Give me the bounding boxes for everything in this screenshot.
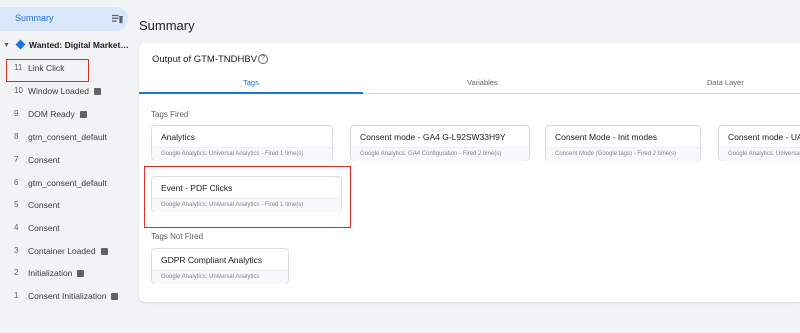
event-name: Initialization (28, 268, 73, 278)
sidebar-event-item[interactable]: 9 DOM Ready (0, 107, 131, 123)
sidebar-event-item[interactable]: 4 Consent (0, 221, 131, 237)
tag-card[interactable]: Consent Mode - Init modes Consent Mode (… (545, 125, 701, 161)
event-name: Window Loaded (28, 86, 89, 96)
active-tab-indicator (139, 92, 363, 94)
event-number: 6 (14, 178, 19, 187)
event-number: 2 (14, 268, 19, 277)
tab-tags[interactable]: Tags (243, 78, 259, 87)
sidebar-event-item[interactable]: 10 Window Loaded (0, 84, 131, 100)
event-name: gtm_consent_default (28, 132, 107, 142)
event-badge-icon (111, 293, 118, 300)
event-badge-icon (77, 270, 84, 277)
tag-subtitle: Consent Mode (Google tags) - Fired 2 tim… (546, 147, 700, 161)
sidebar-item-label: Summary (15, 13, 54, 23)
highlight-box-pdf-clicks (144, 166, 351, 228)
sidebar-event-item[interactable]: 2 Initialization (0, 266, 131, 282)
sidebar-event-item[interactable]: 3 Container Loaded (0, 244, 131, 260)
clear-list-icon[interactable] (112, 14, 123, 25)
event-number: 7 (14, 155, 19, 164)
event-number: 5 (14, 200, 19, 209)
sidebar-event-item[interactable]: 6 gtm_consent_default (0, 176, 131, 192)
gtm-diamond-icon (15, 39, 26, 50)
tab-variables[interactable]: Variables (467, 78, 498, 87)
tab-data-layer[interactable]: Data Layer (707, 78, 744, 87)
tags-not-fired-heading: Tags Not Fired (151, 232, 204, 241)
event-number: 9 (14, 109, 19, 118)
event-number: 8 (14, 132, 19, 141)
event-number: 10 (14, 86, 23, 95)
event-name: Container Loaded (28, 246, 96, 256)
tag-name: Consent mode - GA4 G-L92SW33H9Y (360, 132, 506, 142)
caret-down-icon[interactable]: ▼ (3, 42, 10, 49)
tag-subtitle: Google Analytics: Universal Analytics (152, 270, 288, 284)
tag-subtitle: Google Analytics: Universal Analytics - … (152, 147, 332, 161)
event-badge-icon (80, 111, 87, 118)
tag-subtitle: Google Analytics: GA4 Configuration - Fi… (351, 147, 529, 161)
sidebar-event-item[interactable]: 5 Consent (0, 198, 131, 214)
event-badge-icon (101, 248, 108, 255)
output-title: Output of GTM-TNDHBV (152, 54, 258, 65)
sidebar-container-row[interactable]: ▼ Wanted: Digital Marketi... (0, 38, 131, 54)
event-name: Consent Initialization (28, 291, 107, 301)
event-badge-icon (94, 88, 101, 95)
tag-card[interactable]: Analytics Google Analytics: Universal An… (151, 125, 333, 161)
tag-name: Consent Mode - Init modes (555, 132, 658, 142)
tag-subtitle: Google Analytics: Universal Analytics - … (719, 147, 800, 161)
event-name: DOM Ready (28, 109, 75, 119)
container-label: Wanted: Digital Marketi... (29, 40, 129, 50)
event-name: gtm_consent_default (28, 178, 107, 188)
event-number: 1 (14, 291, 19, 300)
event-number: 4 (14, 223, 19, 232)
event-number: 3 (14, 246, 19, 255)
sidebar: Summary ▼ Wanted: Digital Marketi... 11 L… (0, 0, 131, 333)
sidebar-event-item[interactable]: 8 gtm_consent_default (0, 130, 131, 146)
event-name: Consent (28, 223, 60, 233)
tag-name: Consent mode - UA (728, 132, 800, 142)
tag-name: Analytics (161, 132, 196, 142)
event-name: Consent (28, 200, 60, 210)
tag-name: GDPR Compliant Analytics (161, 255, 263, 265)
sidebar-event-item[interactable]: 7 Consent (0, 153, 131, 169)
tag-card[interactable]: Consent mode - UA Google Analytics: Univ… (718, 125, 800, 161)
help-icon[interactable]: ? (258, 54, 268, 64)
tab-bar: Tags Variables Data Layer (139, 73, 800, 94)
highlight-box-link-click (6, 59, 89, 82)
event-name: Consent (28, 155, 60, 165)
tag-card[interactable]: GDPR Compliant Analytics Google Analytic… (151, 248, 289, 284)
page-title: Summary (139, 18, 195, 33)
sidebar-item-summary[interactable]: Summary (0, 7, 128, 31)
tag-card[interactable]: Consent mode - GA4 G-L92SW33H9Y Google A… (350, 125, 530, 161)
tags-fired-heading: Tags Fired (151, 110, 189, 119)
sidebar-event-item[interactable]: 1 Consent Initialization (0, 289, 131, 305)
